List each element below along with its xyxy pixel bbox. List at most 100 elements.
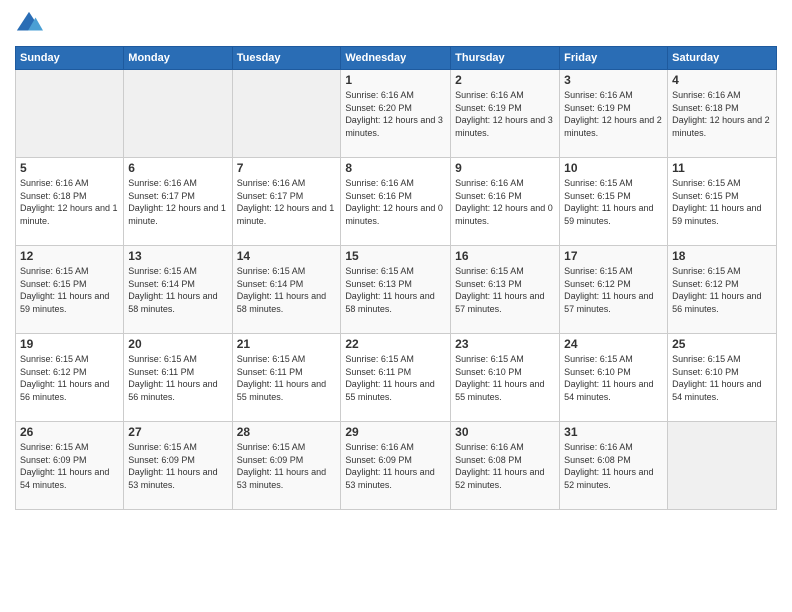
- day-info: Sunrise: 6:15 AM Sunset: 6:13 PM Dayligh…: [455, 265, 555, 315]
- day-info: Sunrise: 6:16 AM Sunset: 6:19 PM Dayligh…: [455, 89, 555, 139]
- calendar-cell: 18 Sunrise: 6:15 AM Sunset: 6:12 PM Dayli…: [668, 246, 777, 334]
- day-number: 22: [345, 337, 446, 351]
- day-number: 7: [237, 161, 337, 175]
- calendar-day-header: Tuesday: [232, 47, 341, 70]
- day-info: Sunrise: 6:16 AM Sunset: 6:20 PM Dayligh…: [345, 89, 446, 139]
- day-number: 15: [345, 249, 446, 263]
- calendar-cell: 11 Sunrise: 6:15 AM Sunset: 6:15 PM Dayli…: [668, 158, 777, 246]
- calendar-cell: 1 Sunrise: 6:16 AM Sunset: 6:20 PM Daylig…: [341, 70, 451, 158]
- day-number: 24: [564, 337, 663, 351]
- day-info: Sunrise: 6:15 AM Sunset: 6:10 PM Dayligh…: [672, 353, 772, 403]
- day-info: Sunrise: 6:15 AM Sunset: 6:15 PM Dayligh…: [672, 177, 772, 227]
- day-info: Sunrise: 6:15 AM Sunset: 6:09 PM Dayligh…: [237, 441, 337, 491]
- day-number: 19: [20, 337, 119, 351]
- day-info: Sunrise: 6:15 AM Sunset: 6:14 PM Dayligh…: [128, 265, 227, 315]
- day-number: 1: [345, 73, 446, 87]
- day-info: Sunrise: 6:15 AM Sunset: 6:10 PM Dayligh…: [564, 353, 663, 403]
- day-number: 18: [672, 249, 772, 263]
- calendar-cell: 23Sunrise: 6:15 AM Sunset: 6:10 PM Dayli…: [451, 334, 560, 422]
- calendar-week-row: 1 Sunrise: 6:16 AM Sunset: 6:20 PM Daylig…: [16, 70, 777, 158]
- day-info: Sunrise: 6:15 AM Sunset: 6:11 PM Dayligh…: [345, 353, 446, 403]
- calendar-cell: [232, 70, 341, 158]
- day-number: 2: [455, 73, 555, 87]
- day-info: Sunrise: 6:15 AM Sunset: 6:13 PM Dayligh…: [345, 265, 446, 315]
- calendar-cell: 25 Sunrise: 6:15 AM Sunset: 6:10 PM Dayli…: [668, 334, 777, 422]
- day-info: Sunrise: 6:16 AM Sunset: 6:16 PM Dayligh…: [455, 177, 555, 227]
- calendar-week-row: 12 Sunrise: 6:15 AM Sunset: 6:15 PM Dayli…: [16, 246, 777, 334]
- day-number: 11: [672, 161, 772, 175]
- day-number: 13: [128, 249, 227, 263]
- day-number: 29: [345, 425, 446, 439]
- day-number: 12: [20, 249, 119, 263]
- day-number: 14: [237, 249, 337, 263]
- calendar-week-row: 5 Sunrise: 6:16 AM Sunset: 6:18 PM Daylig…: [16, 158, 777, 246]
- day-info: Sunrise: 6:15 AM Sunset: 6:09 PM Dayligh…: [20, 441, 119, 491]
- day-number: 31: [564, 425, 663, 439]
- calendar-week-row: 26 Sunrise: 6:15 AM Sunset: 6:09 PM Dayli…: [16, 422, 777, 510]
- day-number: 4: [672, 73, 772, 87]
- day-number: 6: [128, 161, 227, 175]
- header: [15, 10, 777, 38]
- calendar-day-header: Monday: [124, 47, 232, 70]
- day-info: Sunrise: 6:16 AM Sunset: 6:08 PM Dayligh…: [455, 441, 555, 491]
- day-info: Sunrise: 6:15 AM Sunset: 6:12 PM Dayligh…: [20, 353, 119, 403]
- day-number: 10: [564, 161, 663, 175]
- day-info: Sunrise: 6:15 AM Sunset: 6:14 PM Dayligh…: [237, 265, 337, 315]
- calendar-cell: 10 Sunrise: 6:15 AM Sunset: 6:15 PM Dayli…: [560, 158, 668, 246]
- day-info: Sunrise: 6:15 AM Sunset: 6:12 PM Dayligh…: [672, 265, 772, 315]
- calendar-cell: 21Sunrise: 6:15 AM Sunset: 6:11 PM Dayli…: [232, 334, 341, 422]
- day-info: Sunrise: 6:16 AM Sunset: 6:17 PM Dayligh…: [128, 177, 227, 227]
- day-info: Sunrise: 6:16 AM Sunset: 6:18 PM Dayligh…: [20, 177, 119, 227]
- calendar-day-header: Saturday: [668, 47, 777, 70]
- day-info: Sunrise: 6:15 AM Sunset: 6:10 PM Dayligh…: [455, 353, 555, 403]
- calendar-cell: 24 Sunrise: 6:15 AM Sunset: 6:10 PM Dayli…: [560, 334, 668, 422]
- calendar-cell: 30 Sunrise: 6:16 AM Sunset: 6:08 PM Dayli…: [451, 422, 560, 510]
- calendar-day-header: Wednesday: [341, 47, 451, 70]
- day-number: 28: [237, 425, 337, 439]
- calendar-cell: 13 Sunrise: 6:15 AM Sunset: 6:14 PM Dayli…: [124, 246, 232, 334]
- logo-icon: [15, 10, 43, 38]
- day-number: 9: [455, 161, 555, 175]
- calendar-cell: 7 Sunrise: 6:16 AM Sunset: 6:17 PM Daylig…: [232, 158, 341, 246]
- calendar-cell: [16, 70, 124, 158]
- calendar-cell: 2 Sunrise: 6:16 AM Sunset: 6:19 PM Daylig…: [451, 70, 560, 158]
- day-number: 20: [128, 337, 227, 351]
- calendar-day-header: Friday: [560, 47, 668, 70]
- calendar-cell: 19 Sunrise: 6:15 AM Sunset: 6:12 PM Dayli…: [16, 334, 124, 422]
- calendar-cell: 29 Sunrise: 6:16 AM Sunset: 6:09 PM Dayli…: [341, 422, 451, 510]
- day-number: 25: [672, 337, 772, 351]
- calendar-cell: [668, 422, 777, 510]
- day-info: Sunrise: 6:15 AM Sunset: 6:09 PM Dayligh…: [128, 441, 227, 491]
- calendar-cell: 5 Sunrise: 6:16 AM Sunset: 6:18 PM Daylig…: [16, 158, 124, 246]
- day-info: Sunrise: 6:16 AM Sunset: 6:18 PM Dayligh…: [672, 89, 772, 139]
- day-info: Sunrise: 6:15 AM Sunset: 6:12 PM Dayligh…: [564, 265, 663, 315]
- day-number: 30: [455, 425, 555, 439]
- calendar-cell: 12 Sunrise: 6:15 AM Sunset: 6:15 PM Dayli…: [16, 246, 124, 334]
- calendar-cell: 8Sunrise: 6:16 AM Sunset: 6:16 PM Daylig…: [341, 158, 451, 246]
- logo: [15, 10, 45, 38]
- day-info: Sunrise: 6:15 AM Sunset: 6:15 PM Dayligh…: [20, 265, 119, 315]
- calendar-cell: 14 Sunrise: 6:15 AM Sunset: 6:14 PM Dayli…: [232, 246, 341, 334]
- day-info: Sunrise: 6:16 AM Sunset: 6:08 PM Dayligh…: [564, 441, 663, 491]
- day-info: Sunrise: 6:15 AM Sunset: 6:15 PM Dayligh…: [564, 177, 663, 227]
- calendar-cell: 20 Sunrise: 6:15 AM Sunset: 6:11 PM Dayli…: [124, 334, 232, 422]
- day-info: Sunrise: 6:15 AM Sunset: 6:11 PM Dayligh…: [237, 353, 337, 403]
- day-number: 17: [564, 249, 663, 263]
- day-number: 16: [455, 249, 555, 263]
- calendar-day-header: Sunday: [16, 47, 124, 70]
- day-info: Sunrise: 6:16 AM Sunset: 6:17 PM Dayligh…: [237, 177, 337, 227]
- calendar-cell: 27Sunrise: 6:15 AM Sunset: 6:09 PM Dayli…: [124, 422, 232, 510]
- day-number: 26: [20, 425, 119, 439]
- day-info: Sunrise: 6:16 AM Sunset: 6:19 PM Dayligh…: [564, 89, 663, 139]
- calendar-cell: [124, 70, 232, 158]
- calendar-cell: 16 Sunrise: 6:15 AM Sunset: 6:13 PM Dayli…: [451, 246, 560, 334]
- day-info: Sunrise: 6:16 AM Sunset: 6:09 PM Dayligh…: [345, 441, 446, 491]
- day-info: Sunrise: 6:15 AM Sunset: 6:11 PM Dayligh…: [128, 353, 227, 403]
- calendar-cell: 4 Sunrise: 6:16 AM Sunset: 6:18 PM Daylig…: [668, 70, 777, 158]
- calendar-cell: 17 Sunrise: 6:15 AM Sunset: 6:12 PM Dayli…: [560, 246, 668, 334]
- day-number: 3: [564, 73, 663, 87]
- calendar-table: SundayMondayTuesdayWednesdayThursdayFrid…: [15, 46, 777, 510]
- day-number: 5: [20, 161, 119, 175]
- calendar-cell: 3 Sunrise: 6:16 AM Sunset: 6:19 PM Daylig…: [560, 70, 668, 158]
- day-number: 8: [345, 161, 446, 175]
